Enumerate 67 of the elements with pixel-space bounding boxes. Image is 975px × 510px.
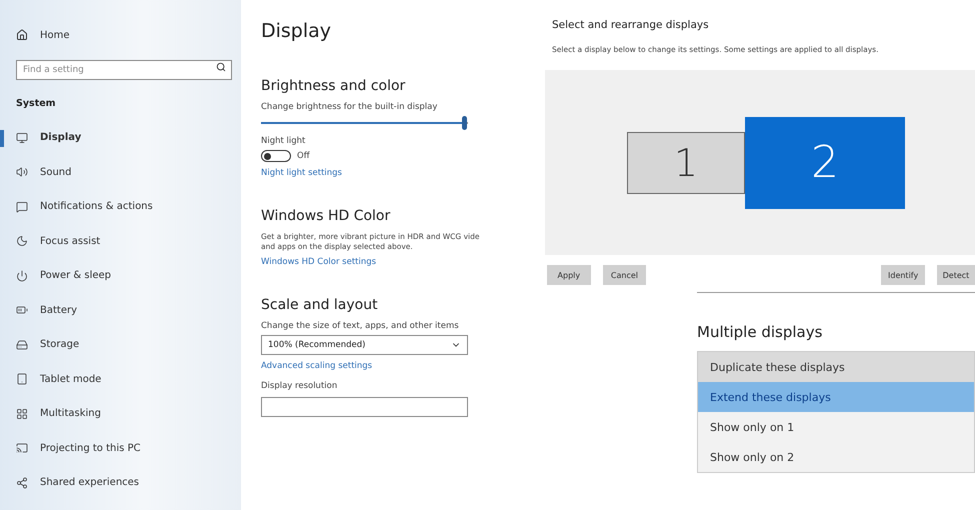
selection-bar [0, 130, 4, 146]
moon-icon [16, 235, 28, 248]
sidebar-item[interactable]: Multitasking [0, 396, 240, 431]
section-heading: Brightness and color [261, 78, 406, 94]
monitor-tile[interactable]: 1 [627, 132, 745, 194]
battery-icon [16, 304, 28, 316]
sidebar-item[interactable]: Power & sleep [0, 258, 240, 293]
sidebar-label: Battery [40, 304, 78, 316]
section-heading: Scale and layout [261, 297, 379, 313]
power-icon [16, 270, 28, 282]
resolution-dropdown[interactable] [261, 397, 468, 417]
hd-color-link[interactable]: Windows HD Color settings [261, 257, 376, 267]
night-light-link[interactable]: Night light settings [261, 168, 342, 178]
sidebar-label: Shared experiences [40, 477, 140, 488]
message-icon [16, 200, 28, 213]
search-field[interactable]: Find a setting [16, 60, 232, 80]
sidebar-label: Tablet mode [40, 374, 102, 385]
tablet-icon [16, 373, 28, 386]
sidebar-label: Sound [40, 166, 72, 178]
scaling-link[interactable]: Advanced scaling settings [261, 361, 372, 371]
section-heading: Multiple displays [697, 323, 824, 341]
night-light-toggle[interactable] [261, 150, 291, 162]
monitor-icon [16, 132, 28, 144]
dropdown-label: Display resolution [261, 381, 338, 391]
cast-icon [16, 442, 28, 454]
sidebar-label: Projecting to this PC [40, 442, 141, 454]
monitor-tile[interactable]: 2 [745, 116, 905, 208]
sidebar-item[interactable]: Notifications & actions [0, 190, 240, 224]
section-heading: Windows HD Color [261, 208, 392, 224]
action-button[interactable]: Identify [881, 265, 925, 285]
list-option[interactable]: Duplicate these displays [698, 352, 974, 382]
action-button[interactable]: Detect [936, 265, 975, 285]
sidebar-label: Display [40, 132, 82, 144]
slider-label: Change brightness for the built-in display [261, 102, 438, 112]
sidebar-item[interactable]: Shared experiences [0, 466, 240, 500]
speaker-icon [16, 166, 28, 178]
home-item[interactable]: Home [0, 18, 240, 52]
section-title: System [15, 96, 57, 110]
sidebar-item[interactable]: Battery [0, 293, 240, 328]
sidebar-label: Storage [40, 339, 80, 350]
home-icon [16, 29, 28, 42]
sidebar-label: Notifications & actions [40, 201, 153, 212]
section-heading: Select and rearrange displays [552, 19, 710, 31]
scale-dropdown[interactable]: 100% (Recommended) [261, 335, 468, 355]
toggle-label: Night light [261, 136, 306, 146]
list-option[interactable]: Extend these displays [698, 382, 974, 412]
action-button[interactable]: Cancel [602, 265, 646, 285]
home-label: Home [40, 30, 70, 41]
brightness-slider[interactable] [261, 116, 468, 130]
sidebar-item[interactable]: Storage [0, 328, 240, 362]
action-button[interactable]: Apply [547, 265, 591, 285]
share-icon [16, 476, 28, 489]
drive-icon [16, 338, 28, 351]
sidebar-label: Multitasking [40, 408, 101, 420]
sidebar-item[interactable]: Focus assist [0, 224, 240, 258]
sidebar-label: Power & sleep [40, 270, 112, 282]
sidebar-item[interactable]: Sound [0, 155, 240, 190]
page-title: Display [261, 20, 332, 42]
sidebar-item[interactable]: Display [0, 120, 240, 155]
sidebar-item[interactable]: Projecting to this PC [0, 431, 240, 466]
dropdown-label: Change the size of text, apps, and other items [261, 321, 460, 331]
sidebar-item[interactable]: Tablet mode [0, 362, 240, 396]
slider-thumb[interactable] [462, 116, 467, 130]
toggle-state: Off [297, 151, 310, 161]
sidebar-label: Focus assist [40, 236, 100, 247]
grid-icon [16, 408, 28, 420]
search-icon [216, 62, 226, 72]
